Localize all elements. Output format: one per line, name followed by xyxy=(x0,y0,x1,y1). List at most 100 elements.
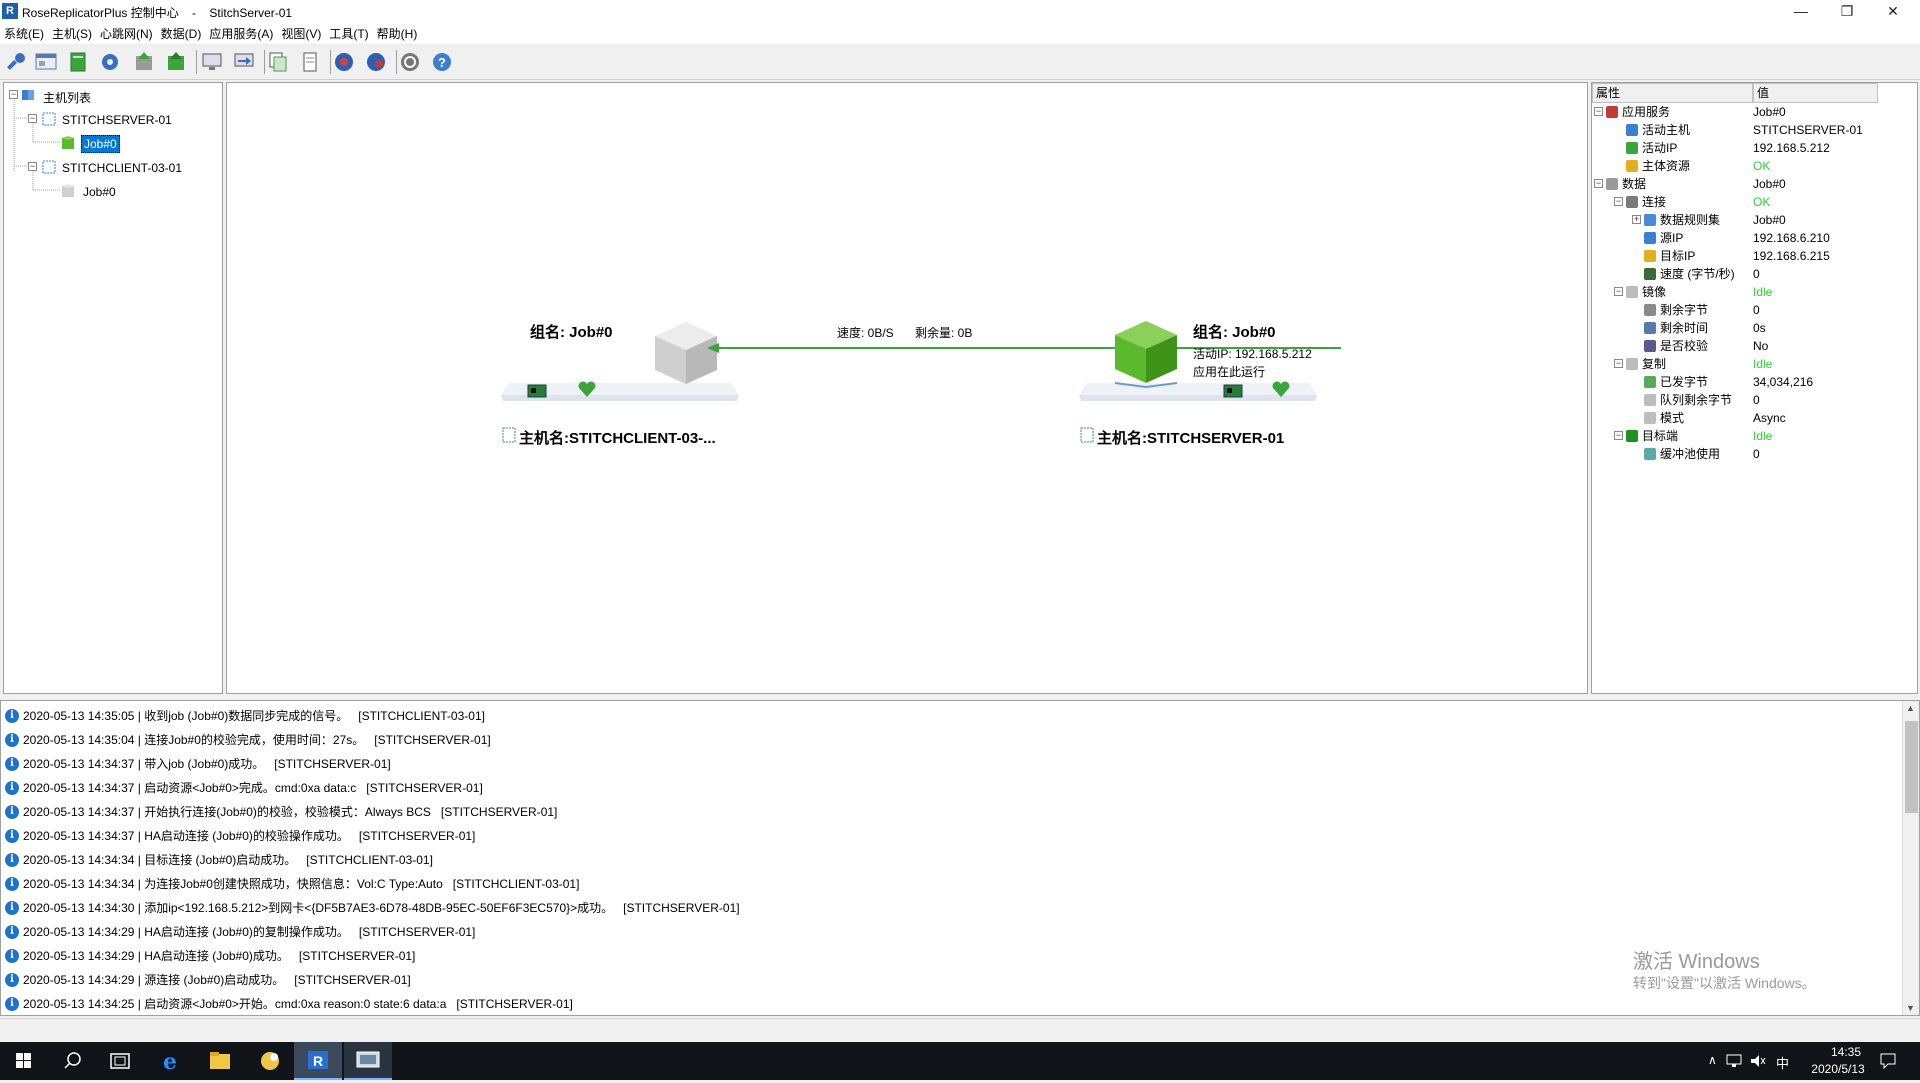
notification-icon[interactable] xyxy=(1880,1053,1896,1069)
prop-row[interactable]: − 应用服务 Job#0 xyxy=(1592,103,1917,121)
menu-tools[interactable]: 工具(T) xyxy=(325,24,372,44)
scroll-down-icon[interactable]: ▼ xyxy=(1906,1003,1915,1013)
network-tray-icon[interactable] xyxy=(1726,1054,1742,1068)
prop-row[interactable]: 已发字节 34,034,216 xyxy=(1592,373,1917,391)
menu-help[interactable]: 帮助(H) xyxy=(373,24,422,44)
collapse-icon[interactable]: − xyxy=(1614,197,1623,206)
tree-collapse-host-1[interactable]: − xyxy=(28,114,37,123)
prop-row[interactable]: 剩余时间 0s xyxy=(1592,319,1917,337)
tree-job-1-label[interactable]: Job#0 xyxy=(81,135,120,153)
volume-tray-icon[interactable] xyxy=(1750,1054,1766,1068)
gear-icon[interactable] xyxy=(98,50,122,74)
refresh-icon[interactable] xyxy=(398,50,422,74)
prop-row[interactable]: − 连接 OK xyxy=(1592,193,1917,211)
prop-row[interactable]: 剩余字节 0 xyxy=(1592,301,1917,319)
help-icon[interactable]: ? xyxy=(430,50,454,74)
rose-app-icon[interactable] xyxy=(246,1042,294,1080)
expand-icon[interactable]: + xyxy=(1632,215,1641,224)
prop-row[interactable]: − 复制 Idle xyxy=(1592,355,1917,373)
ime-indicator[interactable]: 中 xyxy=(1776,1053,1789,1072)
tree-collapse-root[interactable]: − xyxy=(9,90,18,99)
prop-value: Idle xyxy=(1753,357,1773,371)
restore-button[interactable]: ❐ xyxy=(1824,0,1870,24)
prop-name: 是否校验 xyxy=(1660,339,1709,353)
prop-name: 模式 xyxy=(1660,411,1685,425)
prop-row[interactable]: − 数据 Job#0 xyxy=(1592,175,1917,193)
host-icon xyxy=(1080,427,1094,443)
task-view-icon[interactable] xyxy=(96,1042,144,1080)
network-card-icon xyxy=(1223,384,1243,398)
menu-view[interactable]: 视图(V) xyxy=(277,24,325,44)
monitor-icon[interactable] xyxy=(200,50,224,74)
prop-name: 活动IP xyxy=(1642,141,1678,155)
info-icon: i xyxy=(5,901,19,915)
prop-row[interactable]: 模式 Async xyxy=(1592,409,1917,427)
copy-icon[interactable] xyxy=(266,50,290,74)
clock-date[interactable]: 2020/5/13 xyxy=(1800,1062,1876,1076)
console-app-icon[interactable] xyxy=(344,1042,392,1080)
tree-host-1-label[interactable]: STITCHSERVER-01 xyxy=(62,113,172,127)
start-icon[interactable] xyxy=(0,1042,48,1080)
right-node-cube[interactable] xyxy=(1111,317,1181,389)
prop-row[interactable]: − 目标端 Idle xyxy=(1592,427,1917,445)
prop-name: 复制 xyxy=(1642,357,1667,371)
log-scrollbar[interactable]: ▲ ▼ xyxy=(1902,701,1919,1015)
prop-row[interactable]: 缓冲池使用 0 xyxy=(1592,445,1917,463)
prop-value: 34,034,216 xyxy=(1753,375,1814,389)
collapse-icon[interactable]: − xyxy=(1614,359,1623,368)
menu-heartbeat[interactable]: 心跳网(N) xyxy=(96,24,157,44)
export-icon[interactable] xyxy=(164,50,188,74)
prop-row[interactable]: 源IP 192.168.6.210 xyxy=(1592,229,1917,247)
menu-data[interactable]: 数据(D) xyxy=(157,24,206,44)
clock-time[interactable]: 14:35 xyxy=(1816,1045,1876,1059)
log-text: 2020-05-13 14:34:29 | HA启动连接 (Job#0)成功。 … xyxy=(23,949,416,963)
prop-row[interactable]: 是否校验 No xyxy=(1592,337,1917,355)
menu-app-service[interactable]: 应用服务(A) xyxy=(205,24,277,44)
explorer-icon[interactable] xyxy=(196,1042,244,1080)
console-icon[interactable] xyxy=(34,50,58,74)
prop-row[interactable]: − 镜像 Idle xyxy=(1592,283,1917,301)
prop-row[interactable]: 活动IP 192.168.5.212 xyxy=(1592,139,1917,157)
tree-collapse-host-2[interactable]: − xyxy=(28,162,37,171)
collapse-icon[interactable]: − xyxy=(1614,287,1623,296)
ie-icon[interactable]: e xyxy=(146,1042,194,1080)
log-scroll-thumb[interactable] xyxy=(1905,721,1918,813)
prop-value: Idle xyxy=(1753,285,1773,299)
network-icon[interactable] xyxy=(364,50,388,74)
key-icon[interactable] xyxy=(4,50,28,74)
menu-system[interactable]: 系统(E) xyxy=(0,24,48,44)
props-header-name[interactable]: 属性 xyxy=(1592,83,1753,103)
job-active-icon xyxy=(62,136,74,149)
rr-app-icon[interactable]: R xyxy=(294,1042,342,1080)
prop-row[interactable]: + 数据规则集 Job#0 xyxy=(1592,211,1917,229)
close-button[interactable]: ✕ xyxy=(1870,0,1916,24)
document-icon[interactable] xyxy=(298,50,322,74)
prop-row[interactable]: 速度 (字节/秒) 0 xyxy=(1592,265,1917,283)
collapse-icon[interactable]: − xyxy=(1594,179,1603,188)
props-header-value[interactable]: 值 xyxy=(1753,83,1878,103)
tree-job-2-label[interactable]: Job#0 xyxy=(83,185,116,199)
import-icon[interactable] xyxy=(132,50,156,74)
tray-chevron-icon[interactable]: ∧ xyxy=(1708,1053,1717,1067)
tree-host-2-label[interactable]: STITCHCLIENT-03-01 xyxy=(62,161,182,175)
scroll-up-icon[interactable]: ▲ xyxy=(1906,703,1915,713)
prop-icon xyxy=(1644,394,1656,406)
prop-icon xyxy=(1644,322,1656,334)
collapse-icon[interactable]: − xyxy=(1614,431,1623,440)
prop-value: 192.168.6.215 xyxy=(1753,249,1830,263)
minimize-button[interactable]: — xyxy=(1778,0,1824,24)
collapse-icon[interactable]: − xyxy=(1594,107,1603,116)
app-icon: R xyxy=(2,3,18,19)
prop-row[interactable]: 队列剩余字节 0 xyxy=(1592,391,1917,409)
info-icon: i xyxy=(5,949,19,963)
globe-icon[interactable] xyxy=(332,50,356,74)
search-icon[interactable] xyxy=(48,1042,96,1080)
prop-row[interactable]: 主体资源 OK xyxy=(1592,157,1917,175)
server-icon[interactable] xyxy=(66,50,90,74)
monitor-arrow-icon[interactable] xyxy=(232,50,256,74)
prop-row[interactable]: 活动主机 STITCHSERVER-01 xyxy=(1592,121,1917,139)
prop-row[interactable]: 目标IP 192.168.6.215 xyxy=(1592,247,1917,265)
prop-value: No xyxy=(1753,339,1769,353)
menu-host[interactable]: 主机(S) xyxy=(48,24,96,44)
info-icon: i xyxy=(5,877,19,891)
